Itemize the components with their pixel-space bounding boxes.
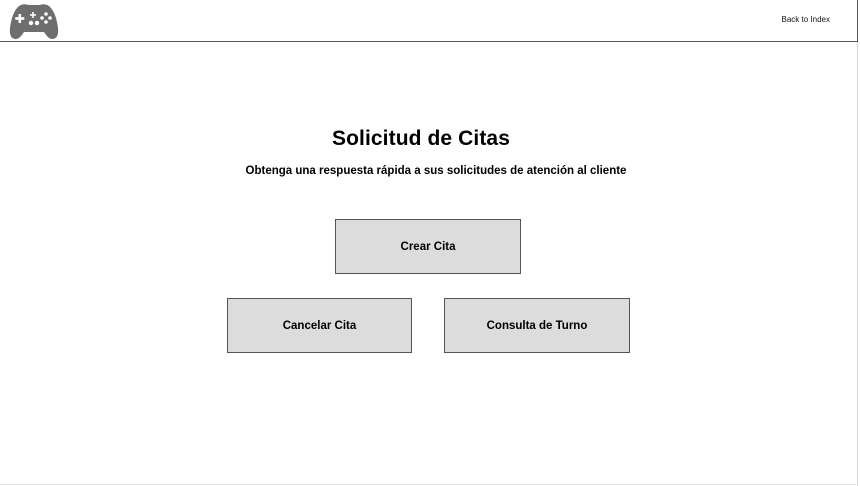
right-divider [857, 42, 858, 486]
cancelar-cita-label: Cancelar Cita [282, 319, 357, 332]
top-bar: Back to Index [0, 0, 858, 42]
page-subtitle: Obtenga una respuesta rápida a sus solic… [245, 165, 627, 177]
page-title: Solicitud de Citas [332, 127, 510, 150]
page: Back to Index Solicitud de Citas Obtenga… [0, 0, 860, 486]
crear-cita-button[interactable]: Crear Cita [335, 219, 521, 274]
consulta-turno-button[interactable]: Consulta de Turno [444, 298, 630, 353]
cancelar-cita-button[interactable]: Cancelar Cita [227, 298, 412, 353]
crear-cita-label: Crear Cita [400, 240, 456, 253]
consulta-turno-label: Consulta de Turno [486, 319, 588, 332]
bottom-divider [0, 484, 858, 485]
gamepad-icon[interactable] [9, 1, 59, 41]
back-to-index-link[interactable]: Back to Index [782, 15, 830, 24]
